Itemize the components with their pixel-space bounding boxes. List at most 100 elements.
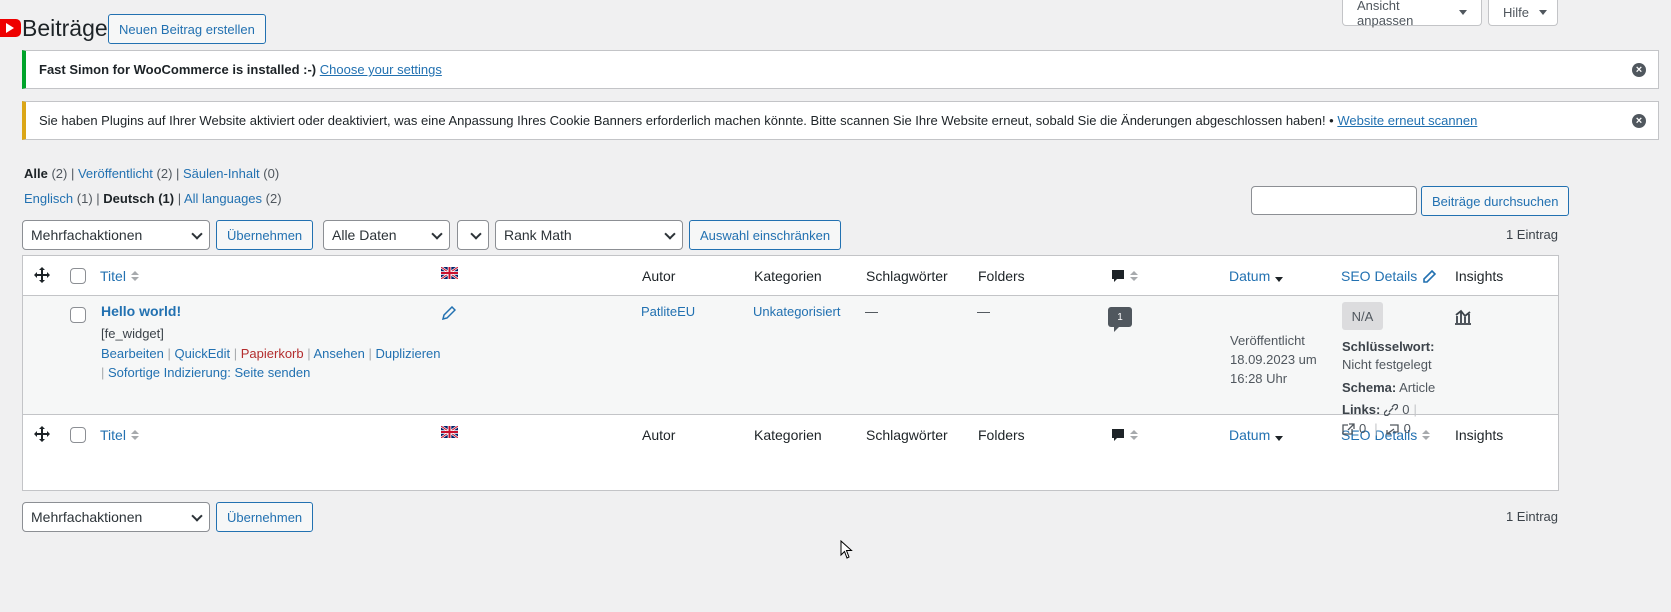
rank-math-select[interactable]: Rank Math xyxy=(495,220,683,250)
help-label: Hilfe xyxy=(1503,5,1530,20)
mouse-cursor-icon xyxy=(840,540,853,559)
sort-icon xyxy=(1130,430,1138,440)
screen-options-tab[interactable]: Ansicht anpassen xyxy=(1342,0,1482,28)
view-column-content[interactable]: Säulen-Inhalt xyxy=(183,166,260,181)
post-status-views: Alle (2) | Veröffentlicht (2) | Säulen-I… xyxy=(24,166,280,181)
lang-all[interactable]: All languages xyxy=(184,191,262,206)
edit-link[interactable]: Bearbeiten xyxy=(101,346,164,361)
notice-text: Fast Simon for WooCommerce is installed … xyxy=(39,62,317,77)
trash-link[interactable]: Papierkorb xyxy=(241,346,304,361)
chevron-down-icon xyxy=(664,228,676,240)
bulk-actions-select-bottom[interactable]: Mehrfachaktionen xyxy=(22,502,210,532)
apply-button-bottom[interactable]: Übernehmen xyxy=(216,502,314,532)
column-folders: Folders xyxy=(978,268,1025,284)
date-line-2: 16:28 Uhr xyxy=(1230,371,1288,386)
incoming-links-count: 0 xyxy=(1403,421,1411,436)
seo-schema: Schema: Article xyxy=(1342,380,1435,395)
lang-english[interactable]: Englisch xyxy=(24,191,73,206)
column-comments[interactable] xyxy=(1111,256,1138,296)
dismiss-icon[interactable]: × xyxy=(1632,113,1646,128)
column-label: Titel xyxy=(100,268,126,284)
column-label: Datum xyxy=(1229,268,1271,284)
select-value: Mehrfachaktionen xyxy=(31,509,143,525)
row-checkbox[interactable] xyxy=(70,307,86,323)
search-posts-button[interactable]: Beiträge durchsuchen xyxy=(1421,186,1570,216)
lang-german[interactable]: Deutsch xyxy=(103,191,154,206)
column-categories: Kategorien xyxy=(754,427,822,443)
select-all-checkbox[interactable] xyxy=(70,427,86,443)
edit-translation-icon[interactable] xyxy=(442,306,456,320)
sort-icon xyxy=(130,430,139,440)
column-date[interactable]: Datum xyxy=(1229,256,1284,296)
column-author: Autor xyxy=(642,427,676,443)
column-title[interactable]: Titel xyxy=(100,256,139,296)
select-all-checkbox[interactable] xyxy=(70,268,86,284)
view-link[interactable]: Ansehen xyxy=(314,346,365,361)
uk-flag-icon xyxy=(441,426,458,438)
quickedit-link[interactable]: QuickEdit xyxy=(175,346,231,361)
filter-button[interactable]: Auswahl einschränken xyxy=(689,220,842,250)
column-title[interactable]: Titel xyxy=(100,415,139,455)
fast-simon-notice: Fast Simon for WooCommerce is installed … xyxy=(22,50,1659,89)
column-author: Autor xyxy=(642,268,676,284)
post-title-link[interactable]: Hello world! xyxy=(101,302,181,321)
view-all[interactable]: Alle xyxy=(24,166,48,181)
count: (2) xyxy=(51,166,68,181)
rescan-website-link[interactable]: Website erneut scannen xyxy=(1337,113,1477,128)
move-icon[interactable] xyxy=(34,267,50,283)
row-actions-2: | Sofortige Indizierung: Seite senden xyxy=(101,365,311,380)
view-published[interactable]: Veröffentlicht xyxy=(78,166,153,181)
select-value: Mehrfachaktionen xyxy=(31,227,143,243)
column-insights: Insights xyxy=(1455,427,1504,443)
column-tags: Schlagwörter xyxy=(866,427,948,443)
keyword-label: Schlüsselwort: xyxy=(1342,339,1435,354)
post-date: Veröffentlicht 18.09.2023 um 16:28 Uhr xyxy=(1230,331,1317,388)
youtube-icon xyxy=(0,19,21,37)
help-tab[interactable]: Hilfe xyxy=(1488,0,1558,26)
extra-filter-select[interactable] xyxy=(457,220,489,250)
notice-text: Sie haben Plugins auf Ihrer Website akti… xyxy=(39,113,1334,128)
column-comments[interactable] xyxy=(1111,415,1138,455)
internal-link-icon xyxy=(1384,403,1399,416)
column-date[interactable]: Datum xyxy=(1229,415,1284,455)
select-value: Alle Daten xyxy=(332,227,397,243)
post-shortcode: [fe_widget] xyxy=(101,326,164,341)
chevron-down-icon xyxy=(470,228,482,240)
apply-button[interactable]: Übernehmen xyxy=(216,220,314,250)
author-link[interactable]: PatliteEU xyxy=(641,302,695,321)
chevron-down-icon xyxy=(191,510,203,522)
add-new-post-button[interactable]: Neuen Beitrag erstellen xyxy=(108,14,266,44)
count: (2) xyxy=(156,166,173,181)
comment-icon xyxy=(1112,429,1124,441)
links-label: Links: xyxy=(1342,402,1381,417)
search-input[interactable] xyxy=(1251,186,1417,215)
sort-icon xyxy=(130,271,139,281)
move-icon[interactable] xyxy=(34,426,50,442)
seo-keyword-value: Nicht festgelegt xyxy=(1342,357,1432,372)
count: (1) xyxy=(76,191,93,206)
bulk-actions-select[interactable]: Mehrfachaktionen xyxy=(22,220,210,250)
date-status: Veröffentlicht xyxy=(1230,333,1305,348)
comment-count-badge[interactable]: 1 xyxy=(1108,307,1132,332)
date-filter-select[interactable]: Alle Daten xyxy=(323,220,450,250)
category-link[interactable]: Unkategorisiert xyxy=(753,302,840,321)
schema-label: Schema: xyxy=(1342,380,1397,395)
choose-settings-link[interactable]: Choose your settings xyxy=(320,62,442,77)
external-links-count: 0 xyxy=(1359,421,1367,436)
seo-links: Links: 0 | xyxy=(1342,402,1417,417)
column-label: SEO Details xyxy=(1341,268,1418,284)
external-link-icon xyxy=(1342,422,1355,435)
chevron-down-icon xyxy=(191,228,203,240)
column-seo-details[interactable]: SEO Details xyxy=(1341,256,1437,296)
column-folders: Folders xyxy=(978,427,1025,443)
instant-indexing-link[interactable]: Sofortige Indizierung: Seite senden xyxy=(108,365,310,380)
schema-value: Article xyxy=(1399,380,1436,395)
page-title: Beiträge xyxy=(22,15,108,41)
item-count-bottom: 1 Eintrag xyxy=(1505,509,1558,524)
duplicate-link[interactable]: Duplizieren xyxy=(375,346,440,361)
dismiss-icon[interactable]: × xyxy=(1632,62,1646,77)
sort-desc-icon xyxy=(1275,271,1284,282)
insights-chart-icon[interactable] xyxy=(1454,308,1472,325)
seo-score-badge: N/A xyxy=(1342,302,1383,330)
language-views: Englisch (1) | Deutsch (1) | All languag… xyxy=(24,191,282,206)
